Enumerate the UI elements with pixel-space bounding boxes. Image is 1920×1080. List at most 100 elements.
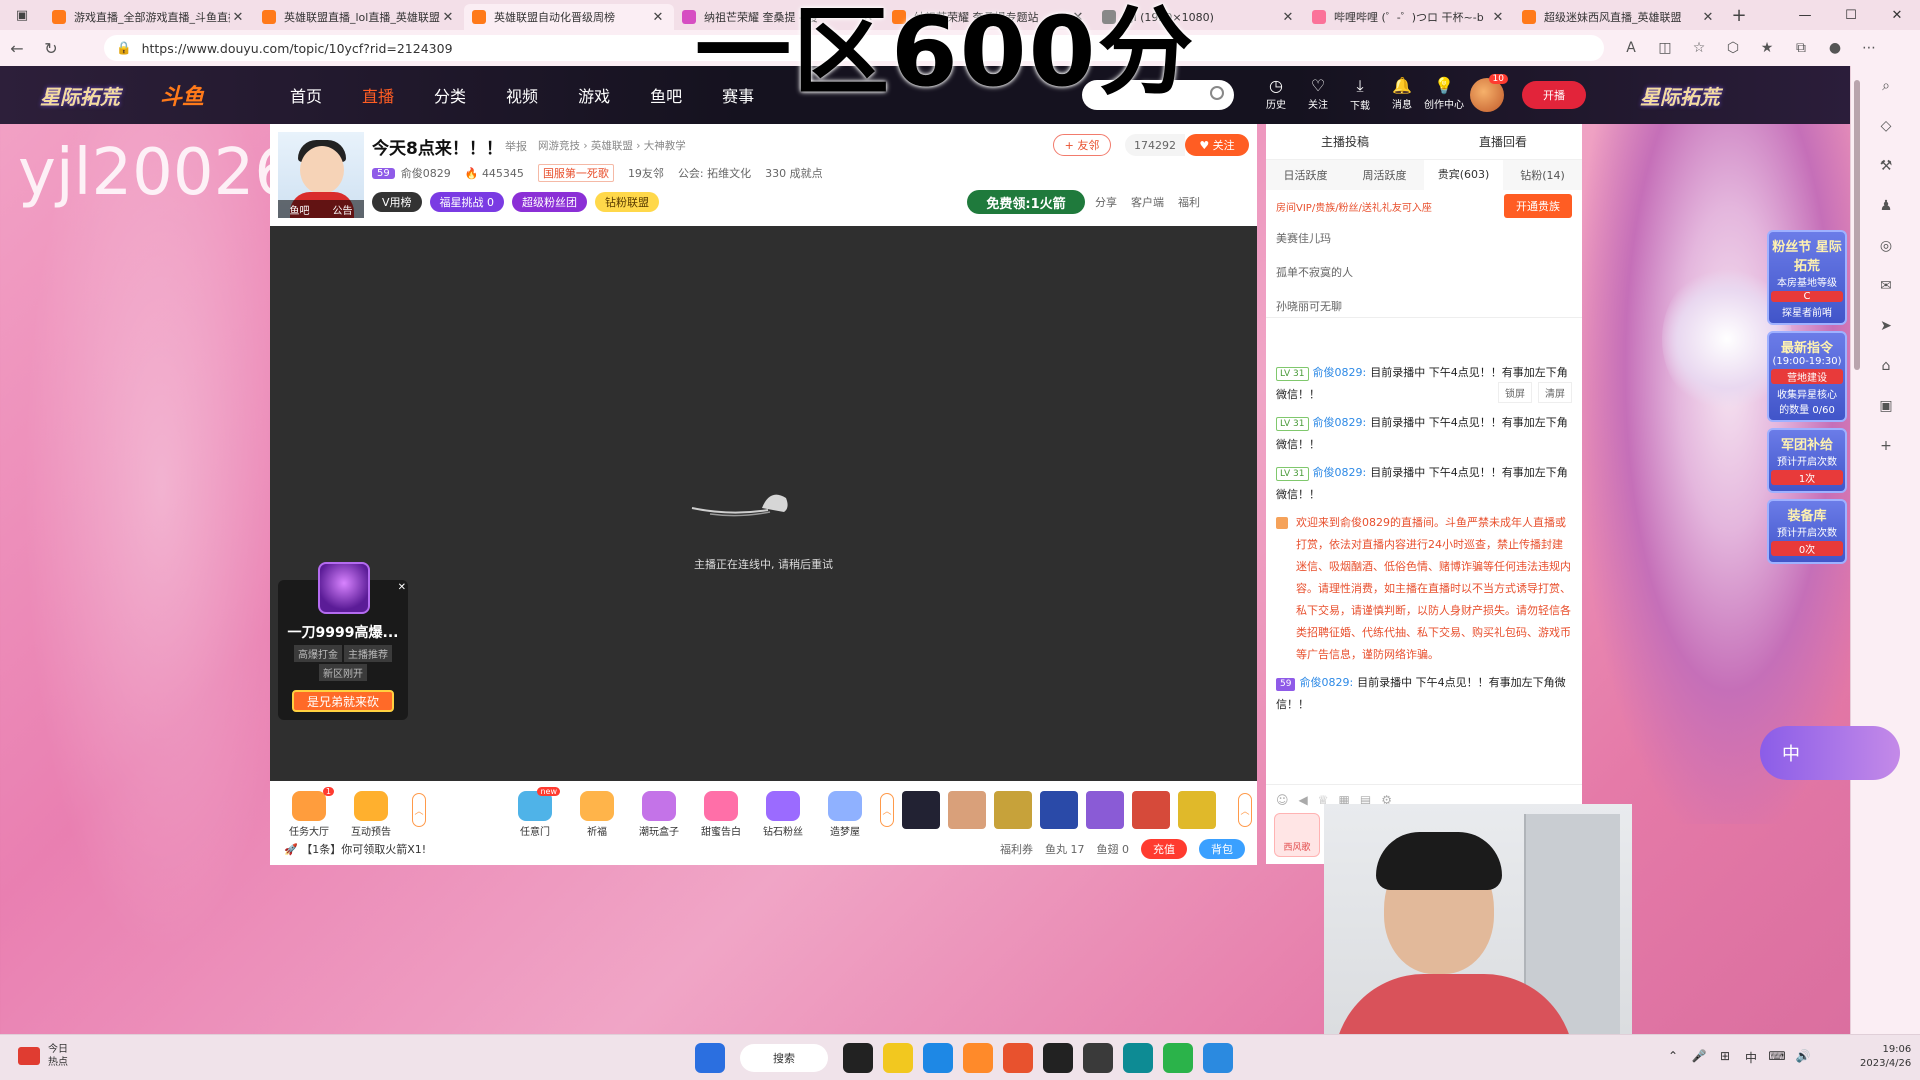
collections-icon[interactable]: ⧉ [1784, 40, 1818, 56]
new-tab-button[interactable]: + [1724, 5, 1754, 26]
gift-item[interactable] [1040, 791, 1078, 829]
microphone-icon[interactable]: 🎤 [1686, 1049, 1712, 1066]
video-player[interactable]: 主播正在连线中, 请稍后重试 ✕ 一刀9999高爆... 高爆打金 主播推荐 新… [270, 226, 1257, 781]
coupon-link[interactable]: 福利券 [1000, 841, 1033, 857]
expand-activities-button[interactable]: ︿ [880, 793, 894, 827]
rank-tag[interactable]: 国服第一死歌 [537, 164, 614, 182]
nav-item[interactable]: 鱼吧 [650, 83, 682, 107]
nav-item[interactable]: 首页 [290, 83, 322, 107]
rocket-notice[interactable]: 🚀 【1条】你可领取火箭X1! [284, 841, 426, 857]
recharge-button[interactable]: 充值 [1141, 839, 1187, 859]
vip-list-item[interactable]: 孙晓丽可无聊 [1276, 290, 1572, 317]
rank-tab[interactable]: 日活跃度 [1266, 167, 1345, 183]
follow-button[interactable]: ♡ 关注 [1297, 76, 1339, 112]
rank-tab[interactable]: 贵宾(603) [1424, 160, 1503, 190]
chat-nickname[interactable]: 俞俊0829: [1313, 366, 1367, 379]
user-avatar[interactable]: 10 [1470, 74, 1508, 112]
event-card[interactable]: 军团补给 预计开启次数 1次 [1767, 428, 1847, 493]
close-tab-icon[interactable]: ✕ [1700, 10, 1716, 25]
speaker-icon[interactable]: ◀ [1299, 793, 1308, 807]
nav-item[interactable]: 视频 [506, 83, 538, 107]
achievement-points[interactable]: 330 成就点 [765, 165, 823, 181]
gift-entry[interactable]: 1 任务大厅 [282, 787, 336, 838]
app-icon[interactable] [963, 1043, 993, 1073]
browser-tab[interactable]: 哔哩哔哩 (゜-゜)つロ 干杯~-b ✕ [1304, 4, 1514, 30]
tab-actions-icon[interactable]: ▣ [0, 0, 44, 30]
event-card[interactable]: 装备库 预计开启次数 0次 [1767, 499, 1847, 564]
gift-entry[interactable]: 甜蜜告白 [694, 791, 748, 838]
welfare-button[interactable]: 福利 [1178, 194, 1200, 210]
extensions-icon[interactable]: ⬡ [1716, 40, 1750, 56]
close-tab-icon[interactable]: ✕ [1490, 10, 1506, 25]
start-icon[interactable] [695, 1043, 725, 1073]
diamond-fans-badge[interactable]: 钻粉联盟 [595, 192, 660, 212]
gift-item[interactable] [1178, 791, 1216, 829]
breadcrumb[interactable]: 网游竞技 › 英雄联盟 › 大神教学 [538, 138, 686, 153]
nav-item[interactable]: 游戏 [578, 83, 610, 107]
hero-badge[interactable]: 西风歌 [1274, 813, 1320, 857]
creator-button[interactable]: 💡 创作中心 [1423, 76, 1465, 112]
favorites-icon[interactable]: ★ [1750, 40, 1784, 56]
browser-tab[interactable]: 英雄联盟直播_lol直播_英雄联盟 ✕ [254, 4, 464, 30]
system-clock[interactable]: 19:06 2023/4/26 [1860, 1043, 1911, 1071]
tray-expand-icon[interactable]: ⌃ [1660, 1049, 1686, 1066]
browser-tab[interactable]: 超级迷妹西风直播_英雄联盟 ✕ [1514, 4, 1724, 30]
emoji-icon[interactable]: ☺ [1276, 793, 1289, 807]
game-promo-card[interactable]: ✕ 一刀9999高爆... 高爆打金 主播推荐 新区刚开 是兄弟就来砍 [278, 562, 408, 720]
vip-rank-badge[interactable]: V用榜 [372, 192, 422, 212]
follow-button[interactable]: ♥ 关注 [1185, 134, 1249, 156]
app-icon[interactable] [883, 1043, 913, 1073]
message-button[interactable]: 🔔 消息 [1381, 76, 1423, 112]
guild-name[interactable]: 公会: 拓维文化 [678, 165, 751, 181]
rank-tab[interactable]: 钻粉(14) [1503, 167, 1582, 183]
wechat-icon[interactable] [1163, 1043, 1193, 1073]
replay-link[interactable]: 直播回看 [1479, 133, 1527, 150]
app-icon[interactable] [1203, 1043, 1233, 1073]
chat-nickname[interactable]: 俞俊0829: [1313, 466, 1367, 479]
task-view-icon[interactable] [843, 1043, 873, 1073]
nav-item[interactable]: 分类 [434, 83, 466, 107]
super-fans-badge[interactable]: 超级粉丝团 [512, 192, 588, 212]
gift-item[interactable] [948, 791, 986, 829]
event-banner[interactable]: 星际拓荒 [0, 66, 160, 124]
close-tab-icon[interactable]: ✕ [440, 10, 456, 25]
minimize-icon[interactable]: — [1782, 0, 1828, 30]
edge-icon[interactable] [923, 1043, 953, 1073]
more-icon[interactable]: ⋯ [1852, 40, 1886, 56]
input-icon[interactable]: ⊞ [1712, 1049, 1738, 1066]
search-icon[interactable] [1210, 86, 1224, 100]
ime-icon[interactable]: 中 [1738, 1049, 1764, 1066]
event-banner-right[interactable]: 星际拓荒 [1600, 66, 1760, 124]
start-live-button[interactable]: 开播 [1522, 81, 1586, 109]
close-icon[interactable]: ✕ [398, 582, 406, 593]
douyu-logo[interactable]: 斗鱼 [160, 79, 240, 111]
gift-entry[interactable]: 互动预告 [344, 791, 398, 838]
friends-count[interactable]: 19友邻 [628, 165, 664, 181]
promo-cta-button[interactable]: 是兄弟就来砍 [292, 690, 394, 712]
event-card[interactable]: 粉丝节 星际拓荒 本房基地等级 C 探星者前哨 [1767, 230, 1847, 325]
streamer-avatar[interactable]: 鱼吧 公告 [278, 132, 364, 218]
browser-tab[interactable]: 游戏直播_全部游戏直播_斗鱼直播 ✕ [44, 4, 254, 30]
app-icon[interactable] [1003, 1043, 1033, 1073]
gift-item[interactable] [1132, 791, 1170, 829]
browser-tab[interactable]: 英雄联盟自动化晋级周榜 ✕ [464, 4, 674, 30]
split-screen-icon[interactable]: ◫ [1648, 40, 1682, 56]
refresh-icon[interactable]: ↻ [34, 39, 68, 58]
event-card[interactable]: 最新指令 (19:00-19:30) 营地建设 收集异星核心 的数量 0/60 [1767, 331, 1847, 422]
share-button[interactable]: 分享 [1095, 194, 1117, 210]
keyboard-icon[interactable]: ⌨ [1764, 1049, 1790, 1066]
backpack-button[interactable]: 背包 [1199, 839, 1245, 859]
free-rocket-button[interactable]: 免费领:1火箭 [967, 190, 1085, 214]
chat-message[interactable]: LV 31 俞俊0829: 目前录播中 下午4点见！！有事加左下角微信！！ [1276, 362, 1572, 406]
read-aloud-icon[interactable]: A [1614, 40, 1648, 56]
obs-icon[interactable] [1083, 1043, 1113, 1073]
maximize-icon[interactable]: ☐ [1828, 0, 1874, 30]
client-button[interactable]: 客户端 [1131, 194, 1164, 210]
nav-item[interactable]: 直播 [362, 83, 394, 107]
chat-message[interactable]: LV 31 俞俊0829: 目前录播中 下午4点见！！有事加左下角微信！！ [1276, 462, 1572, 506]
app-icon[interactable] [1123, 1043, 1153, 1073]
favorite-star-icon[interactable]: ☆ [1682, 40, 1716, 56]
streamer-name[interactable]: 俞俊0829 [401, 165, 451, 181]
history-button[interactable]: ◷ 历史 [1255, 76, 1297, 112]
vip-list-item[interactable]: 孤单不寂寞的人 [1276, 256, 1572, 290]
